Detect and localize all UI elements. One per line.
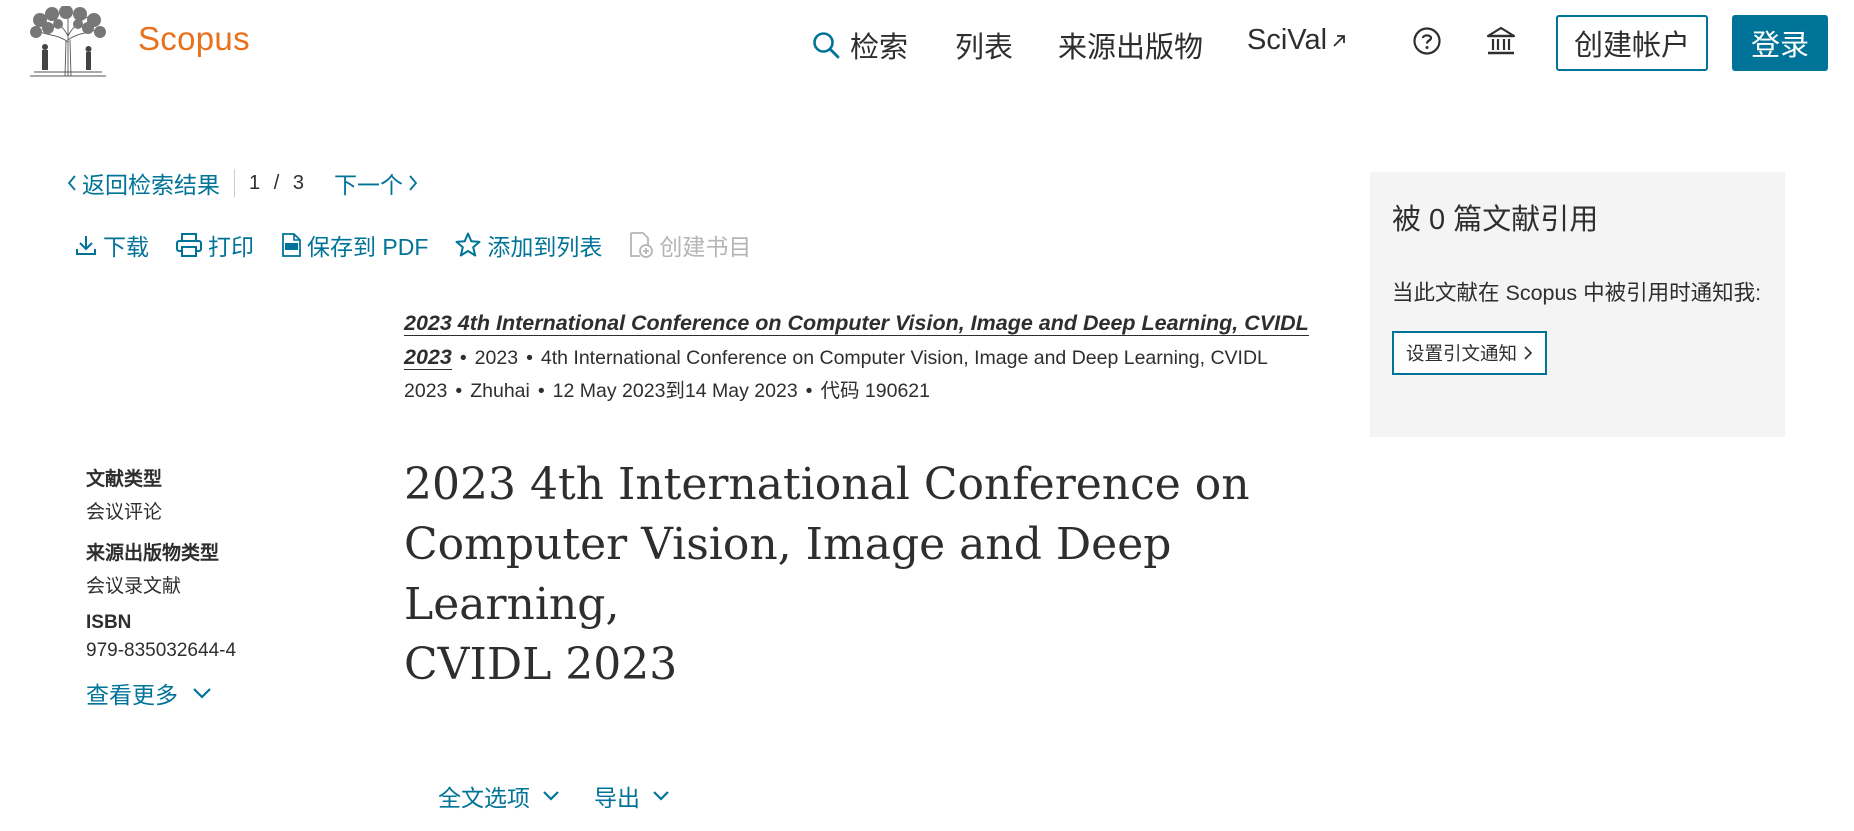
nav-divider [234,169,235,197]
see-more-link[interactable]: 查看更多 [86,676,346,710]
doc-type-value: 会议评论 [86,502,163,523]
separator-dot: • [459,347,467,369]
add-to-list-button[interactable]: 添加到列表 [454,228,602,262]
chevron-down-icon [653,791,669,801]
nav-sources-label: 来源出版物 [1058,32,1204,64]
create-bibliography-button[interactable]: 创建书目 [628,228,751,262]
login-button[interactable]: 登录 [1732,15,1828,71]
bibliography-icon [630,232,654,258]
doc-type-label: 文献类型 [86,469,163,490]
full-text-options-button[interactable]: 全文选项 [438,779,560,813]
create-bibliography-label: 创建书目 [659,234,752,260]
save-pdf-button[interactable]: 保存到 PDF [280,228,428,262]
print-button[interactable]: 打印 [175,228,254,262]
nav-lists-label: 列表 [955,32,1014,64]
top-header: Scopus 检索 列表 来源出版物 SciVal 创建帐户 登录 [0,0,1854,90]
separator-dot: • [805,380,813,402]
citation-alert-text: 当此文献在 Scopus 中被引用时通知我: [1392,281,1762,305]
separator-dot: • [526,347,533,369]
result-current: 1 [249,171,261,194]
search-icon [813,32,840,59]
result-counter: 1 / 3 [249,172,304,195]
document-toolbar: 下载 打印 保存到 PDF 添加到列表 创建书目 [74,228,777,262]
isbn-value: 979-835032644-4 [86,640,237,661]
result-slash: / [273,171,280,194]
document-title: 2023 4th International Conference on Com… [404,455,1344,695]
export-button[interactable]: 导出 [594,779,670,813]
export-label: 导出 [594,785,640,811]
create-account-button[interactable]: 创建帐户 [1556,15,1708,71]
nav-search-label: 检索 [850,32,909,64]
set-citation-alert-button[interactable]: 设置引文通知 [1392,331,1548,375]
set-citation-alert-label: 设置引文通知 [1406,343,1518,364]
chevron-left-icon [67,175,76,191]
next-result-link[interactable]: 下一个 [334,166,419,200]
help-button[interactable] [1410,24,1444,58]
elsevier-tree-logo [28,5,108,78]
cited-by-title: 被 0 篇文献引用 [1392,204,1599,236]
cited-by-panel: 被 0 篇文献引用 当此文献在 Scopus 中被引用时通知我: 设置引文通知 [1370,172,1785,437]
document-title-line: CVIDL 2023 [404,639,678,690]
star-icon [455,232,481,257]
chevron-down-icon [543,791,559,801]
document-options: 全文选项 导出 [438,779,670,813]
source-type-value: 会议录文献 [86,576,182,597]
institution-button[interactable] [1484,24,1518,58]
scopus-brand[interactable]: Scopus [138,20,250,58]
add-to-list-label: 添加到列表 [487,234,603,260]
chevron-right-icon [409,175,418,191]
nav-scival-label: SciVal [1247,24,1328,56]
source-year: 2023 [474,347,519,369]
nav-sources[interactable]: 来源出版物 [1058,24,1203,66]
back-to-results-label: 返回检索结果 [82,172,220,198]
help-icon [1413,27,1441,55]
institution-icon [1486,26,1516,55]
pdf-icon [282,233,301,257]
source-location: Zhuhai [470,380,530,402]
nav-lists[interactable]: 列表 [955,24,1013,66]
nav-scival[interactable]: SciVal [1247,24,1347,57]
elsevier-logo[interactable] [28,5,108,78]
document-title-line: 2023 4th International Conference on [404,459,1250,510]
print-icon [176,233,202,257]
external-link-icon [1333,34,1345,47]
download-icon [76,236,96,255]
document-metadata: 文献类型 会议评论 来源出版物类型 会议录文献 ISBN 979-8350326… [86,464,346,710]
chevron-right-icon [1524,346,1533,360]
download-button[interactable]: 下载 [74,228,149,262]
separator-dot: • [455,380,463,402]
result-total: 3 [292,171,304,194]
source-code: 代码 190621 [820,380,931,402]
back-to-results-link[interactable]: 返回检索结果 [66,166,220,200]
isbn-label: ISBN [86,612,132,633]
download-label: 下载 [103,234,149,260]
chevron-down-icon [193,688,211,699]
source-dates: 12 May 2023到14 May 2023 [552,380,798,402]
source-info: 2023 4th International Conference on Com… [404,307,1334,408]
result-navigation: 返回检索结果 1 / 3 下一个 [66,168,419,198]
separator-dot: • [537,380,545,402]
source-type-label: 来源出版物类型 [86,543,220,564]
print-label: 打印 [208,234,254,260]
document-title-line: Computer Vision, Image and Deep Learning… [404,519,1172,630]
full-text-options-label: 全文选项 [438,785,530,811]
see-more-label: 查看更多 [86,682,178,708]
next-result-label: 下一个 [333,172,403,198]
save-pdf-label: 保存到 PDF [307,234,429,260]
nav-search[interactable]: 检索 [812,24,908,66]
